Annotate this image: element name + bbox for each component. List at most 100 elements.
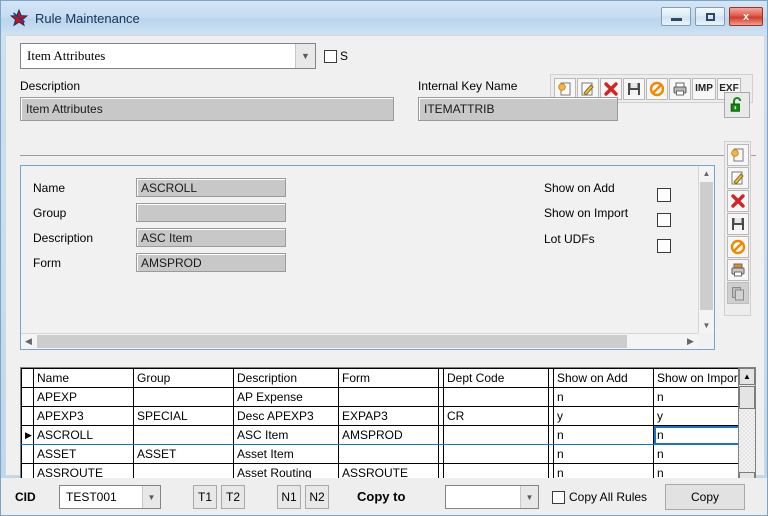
description-field[interactable]: Item Attributes [20,97,394,121]
minimize-icon [671,18,682,21]
s-checkbox-group[interactable]: S [324,49,348,63]
detail-input-group[interactable] [136,203,286,222]
detail-hscroll-thumb[interactable] [37,335,627,348]
cid-label: CID [15,490,36,504]
table-row[interactable]: APEXP3 SPECIAL Desc APEXP3 EXPAP3 CR y y [22,407,754,426]
new-icon[interactable] [727,144,749,166]
cell-show-on-add[interactable]: n [554,445,654,464]
cell-description[interactable]: Desc APEXP3 [234,407,339,426]
scroll-left-icon[interactable]: ◀ [21,334,36,349]
cid-combo-value: TEST001 [60,490,142,504]
cell-form[interactable]: EXPAP3 [339,407,439,426]
cid-combo[interactable]: TEST001 ▼ [59,485,161,509]
grid-vertical-scrollbar[interactable]: ▲ ▼ [738,368,755,489]
s-checkbox[interactable] [324,50,337,63]
n2-button[interactable]: N2 [305,485,329,509]
cell-show-on-add[interactable]: n [554,426,654,445]
cell-dept-code[interactable] [444,388,549,407]
show-on-add-checkbox[interactable] [657,188,671,202]
cell-group[interactable] [134,426,234,445]
cell-name[interactable]: APEXP [34,388,134,407]
cell-show-on-add[interactable]: y [554,407,654,426]
n1-button[interactable]: N1 [277,485,301,509]
cell-description[interactable]: AP Expense [234,388,339,407]
table-row[interactable]: ASSET ASSET Asset Item n n [22,445,754,464]
rule-maintenance-window: Rule Maintenance x Item Attributes ▼ S [0,0,768,516]
save-icon[interactable] [727,213,749,235]
detail-label-form: Form [33,256,61,270]
t2-button[interactable]: T2 [221,485,245,509]
close-icon: x [743,11,749,23]
column-header-form[interactable]: Form [339,369,439,388]
print-icon[interactable] [669,78,691,100]
column-header-group[interactable]: Group [134,369,234,388]
cell-dept-code[interactable]: CR [444,407,549,426]
cell-dept-code[interactable] [444,445,549,464]
unlock-button[interactable] [724,92,750,118]
internal-key-field[interactable]: ITEMATTRIB [418,97,618,121]
cell-group[interactable]: ASSET [134,445,234,464]
cell-form[interactable] [339,388,439,407]
column-header-show-on-add[interactable]: Show on Add [554,369,654,388]
detail-input-name[interactable]: ASCROLL [136,178,286,197]
cell-name[interactable]: ASCROLL [34,426,134,445]
cell-name[interactable]: ASSET [34,445,134,464]
cell-name[interactable]: APEXP3 [34,407,134,426]
chevron-down-icon[interactable]: ▼ [142,486,160,508]
maximize-button[interactable] [695,7,725,26]
edit-icon[interactable] [727,167,749,189]
column-header-description[interactable]: Description [234,369,339,388]
detail-input-form[interactable]: AMSPROD [136,253,286,272]
copy-icon[interactable] [727,282,749,304]
detail-vertical-scrollbar[interactable]: ▲ ▼ [698,166,714,333]
table-row-selected[interactable]: ▶ ASCROLL ASC Item AMSPROD n n [22,426,754,445]
client-area: Item Attributes ▼ S [5,35,765,476]
delete-icon[interactable] [727,190,749,212]
cell-dept-code[interactable] [444,426,549,445]
print-icon[interactable] [727,259,749,281]
detail-input-description[interactable]: ASC Item [136,228,286,247]
scroll-down-icon[interactable]: ▼ [699,318,714,333]
cell-form[interactable]: AMSPROD [339,426,439,445]
column-header-dept-code[interactable]: Dept Code [444,369,549,388]
cell-show-on-add[interactable]: n [554,388,654,407]
cell-form[interactable] [339,445,439,464]
copy-all-rules-checkbox[interactable] [552,491,565,504]
cell-group[interactable] [134,388,234,407]
lot-udfs-checkbox[interactable] [657,239,671,253]
chevron-down-icon[interactable]: ▼ [295,44,315,68]
s-checkbox-label: S [340,49,348,63]
cancel-icon[interactable] [727,236,749,258]
detail-label-name: Name [33,181,65,195]
copy-all-rules-group[interactable]: Copy All Rules [552,490,647,504]
show-on-import-checkbox[interactable] [657,213,671,227]
close-button[interactable]: x [729,7,763,26]
scroll-right-icon[interactable]: ▶ [683,334,698,349]
footer-bar: CID TEST001 ▼ T1 T2 N1 N2 Copy to ▼ Copy… [1,478,768,516]
copy-to-combo[interactable]: ▼ [445,485,539,509]
table-row[interactable]: APEXP AP Expense n n [22,388,754,407]
detail-vscroll-thumb[interactable] [700,182,713,310]
detail-horizontal-scrollbar[interactable]: ◀ ▶ [21,333,698,349]
rule-type-combo-value: Item Attributes [21,48,295,64]
column-header-name[interactable]: Name [34,369,134,388]
t1-button[interactable]: T1 [193,485,217,509]
copy-button[interactable]: Copy [665,484,745,510]
save-icon[interactable] [623,78,645,100]
cell-description[interactable]: ASC Item [234,426,339,445]
current-row-arrow-icon: ▶ [25,430,32,440]
maximize-icon [706,13,715,21]
cell-description[interactable]: Asset Item [234,445,339,464]
cell-group[interactable]: SPECIAL [134,407,234,426]
cancel-icon[interactable] [646,78,668,100]
grid-scroll-up-icon[interactable]: ▲ [739,368,755,385]
copy-all-rules-label: Copy All Rules [569,490,647,504]
import-button[interactable]: IMP [692,78,716,100]
show-on-add-label: Show on Add [544,181,615,195]
grid-vscroll-thumb[interactable] [739,386,755,409]
title-bar: Rule Maintenance x [1,1,768,35]
rule-type-combo[interactable]: Item Attributes ▼ [20,43,316,69]
minimize-button[interactable] [661,7,691,26]
chevron-down-icon[interactable]: ▼ [520,486,538,508]
scroll-up-icon[interactable]: ▲ [699,166,714,181]
